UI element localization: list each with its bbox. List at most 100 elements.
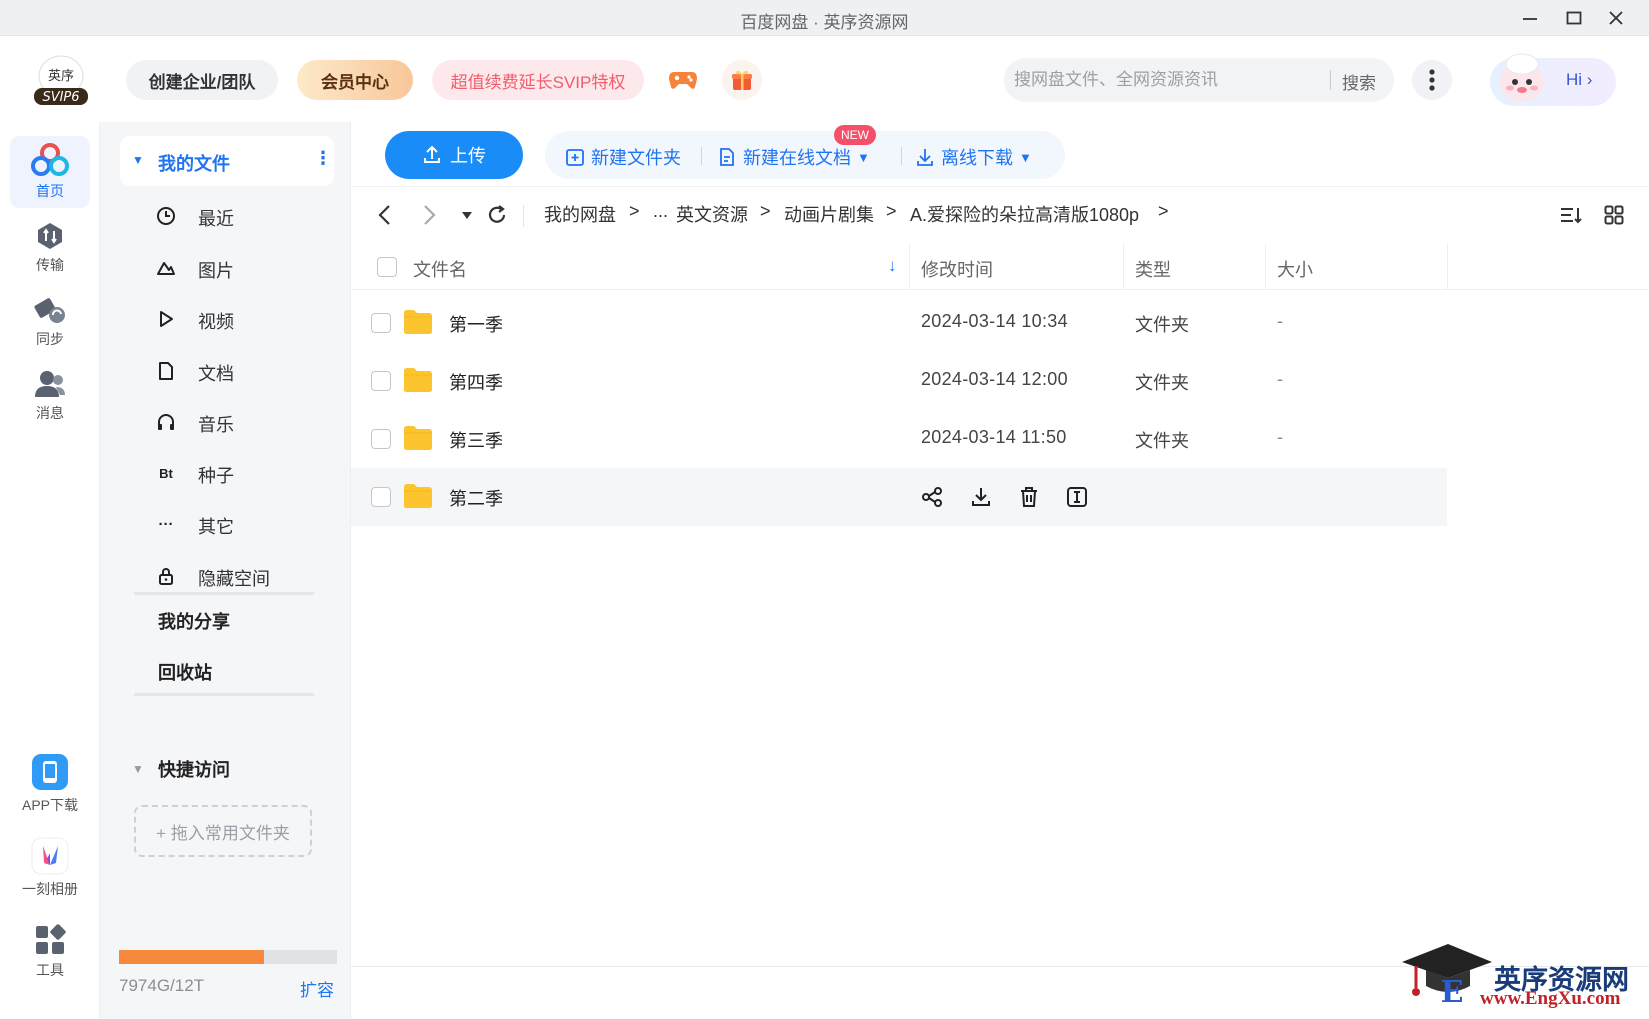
file-size: -: [1277, 311, 1283, 331]
caret-down-icon[interactable]: ▼: [132, 153, 144, 167]
lock-icon: [156, 566, 176, 586]
rename-icon[interactable]: [1064, 484, 1090, 510]
download-icon[interactable]: [968, 484, 994, 510]
column-header-name[interactable]: 文件名: [413, 256, 467, 282]
new-folder-button[interactable]: 新建文件夹: [565, 144, 681, 170]
rail-item-album[interactable]: 一刻相册: [10, 826, 90, 910]
breadcrumb-item[interactable]: 我的网盘: [544, 201, 616, 227]
svip-renew-button[interactable]: 超值续费延长SVIP特权: [432, 60, 644, 100]
search-input[interactable]: [1014, 66, 1314, 94]
sidebar-label-torrents: 种子: [198, 466, 234, 486]
hi-label[interactable]: Hi ›: [1566, 70, 1592, 90]
table-row[interactable]: 第三季 2024-03-14 11:50 文件夹 -: [351, 410, 1447, 468]
svg-text:E: E: [1441, 975, 1464, 1010]
quick-access-drop-zone[interactable]: + 拖入常用文件夹: [134, 805, 312, 857]
refresh-icon[interactable]: [485, 203, 509, 227]
table-row[interactable]: 第一季 2024-03-14 10:34 文件夹 -: [351, 294, 1447, 352]
sidebar-item-recent[interactable]: 最近: [120, 194, 334, 238]
rail-label-tools: 工具: [36, 962, 64, 978]
breadcrumb-item[interactable]: A.爱探险的朵拉高清版1080p: [910, 201, 1139, 227]
search-button[interactable]: 搜索: [1342, 69, 1376, 94]
file-name[interactable]: 第三季: [449, 427, 503, 453]
column-divider[interactable]: [1123, 244, 1124, 290]
minimize-button[interactable]: [1512, 4, 1548, 32]
row-checkbox[interactable]: [371, 313, 391, 333]
offline-download-label: 离线下载: [941, 148, 1013, 168]
assistant-avatar[interactable]: [1490, 46, 1554, 110]
breadcrumb-item[interactable]: 动画片剧集: [784, 201, 874, 227]
select-all-checkbox[interactable]: [377, 257, 397, 277]
create-team-button[interactable]: 创建企业/团队: [126, 60, 278, 100]
sidebar-item-videos[interactable]: 视频: [120, 297, 334, 341]
sidebar-item-others[interactable]: ··· 其它: [120, 502, 334, 546]
row-checkbox[interactable]: [371, 487, 391, 507]
rail-item-message[interactable]: 消息: [10, 360, 90, 432]
maximize-button[interactable]: [1556, 4, 1592, 32]
new-online-doc-button[interactable]: 新建在线文档 ▼: [717, 144, 870, 170]
file-name[interactable]: 第四季: [449, 369, 503, 395]
file-name[interactable]: 第二季: [449, 485, 503, 511]
sidebar-item-music[interactable]: 音乐: [120, 400, 334, 444]
expand-storage-link[interactable]: 扩容: [300, 976, 334, 1001]
folder-icon: [404, 484, 432, 508]
table-row-hovered[interactable]: 第二季: [351, 468, 1447, 526]
rail-item-tools[interactable]: 工具: [10, 912, 90, 992]
kebab-icon[interactable]: ⋮: [314, 148, 332, 169]
column-header-mtime[interactable]: 修改时间: [921, 256, 993, 282]
sidebar-item-recycle-bin[interactable]: 回收站: [158, 659, 212, 685]
sidebar-divider: [134, 693, 314, 696]
column-header-type[interactable]: 类型: [1135, 256, 1171, 282]
column-header-size[interactable]: 大小: [1277, 256, 1313, 282]
sidebar-item-images[interactable]: 图片: [120, 246, 334, 290]
delete-icon[interactable]: [1016, 484, 1042, 510]
column-divider[interactable]: [909, 244, 910, 290]
svip-logo[interactable]: 英序 SVIP6: [28, 54, 94, 106]
table-row[interactable]: 第四季 2024-03-14 12:00 文件夹 -: [351, 352, 1447, 410]
chevron-right-icon: ›: [1586, 70, 1593, 89]
sort-down-icon[interactable]: ↓: [888, 256, 897, 276]
offline-download-button[interactable]: 离线下载 ▼: [915, 144, 1032, 170]
gift-icon[interactable]: [722, 60, 762, 100]
sidebar-item-documents[interactable]: 文档: [120, 349, 334, 393]
sidebar-label-others: 其它: [198, 517, 234, 537]
rail-item-transfer[interactable]: 传输: [10, 212, 90, 284]
folder-icon: [404, 310, 432, 334]
history-dropdown-icon[interactable]: [455, 203, 479, 227]
watermark-url: www.EngXu.com: [1480, 988, 1621, 1009]
more-menu-button[interactable]: [1412, 60, 1452, 100]
my-files-item[interactable]: ▼ 我的文件 ⋮: [120, 136, 334, 186]
toolbar-group: 新建文件夹 新建在线文档 ▼ NEW 离线下载 ▼: [545, 125, 1065, 179]
game-icon[interactable]: [663, 60, 703, 100]
file-type: 文件夹: [1135, 315, 1189, 335]
sort-icon[interactable]: [1559, 203, 1583, 227]
image-icon: [156, 258, 176, 278]
title-bar: 百度网盘 · 英序资源网: [0, 0, 1649, 36]
rail-item-sync[interactable]: 同步: [10, 286, 90, 358]
column-divider[interactable]: [1265, 244, 1266, 290]
caret-down-icon[interactable]: ▼: [132, 762, 144, 776]
row-checkbox[interactable]: [371, 429, 391, 449]
chevron-right-icon: >: [629, 201, 640, 221]
rail-label-message: 消息: [36, 405, 64, 421]
quick-access-heading[interactable]: 快捷访问: [158, 756, 230, 782]
upload-button[interactable]: 上传: [385, 131, 523, 179]
column-divider[interactable]: [1447, 244, 1448, 290]
row-checkbox[interactable]: [371, 371, 391, 391]
forward-icon[interactable]: [417, 203, 441, 227]
grid-view-icon[interactable]: [1602, 203, 1626, 227]
close-button[interactable]: [1598, 4, 1634, 32]
rail-item-home[interactable]: 首页: [10, 136, 90, 208]
online-doc-icon: [720, 148, 734, 166]
sidebar-item-my-share[interactable]: 我的分享: [158, 608, 230, 634]
music-icon: [156, 412, 176, 432]
file-mtime: 2024-03-14 11:50: [921, 427, 1067, 447]
vip-center-button[interactable]: 会员中心: [297, 60, 413, 100]
file-name[interactable]: 第一季: [449, 311, 503, 337]
back-icon[interactable]: [373, 203, 397, 227]
breadcrumb-item[interactable]: 英文资源: [676, 201, 748, 227]
sidebar-item-torrents[interactable]: Bt 种子: [120, 451, 334, 495]
breadcrumb-item[interactable]: ...: [653, 201, 668, 222]
sidebar-label-recent: 最近: [198, 209, 234, 229]
share-icon[interactable]: [919, 484, 945, 510]
rail-item-app-download[interactable]: APP下载: [10, 742, 90, 826]
